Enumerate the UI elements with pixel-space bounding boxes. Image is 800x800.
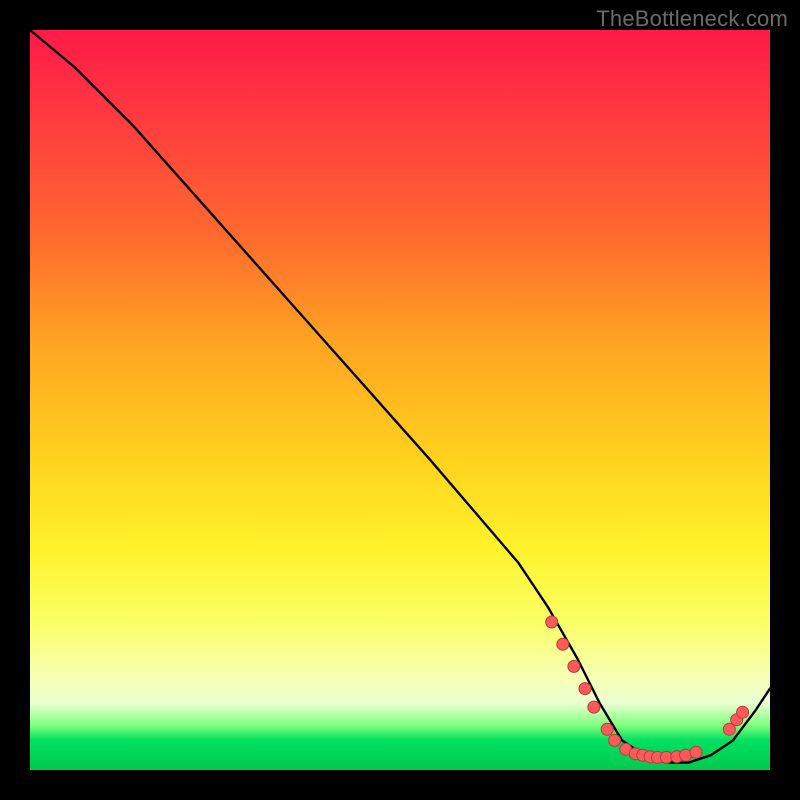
plot-area xyxy=(30,30,770,770)
curve-marker xyxy=(690,746,702,758)
watermark-text: TheBottleneck.com xyxy=(596,6,788,32)
curve-markers xyxy=(546,616,749,763)
chart-frame: TheBottleneck.com xyxy=(0,0,800,800)
curve-marker xyxy=(568,660,580,672)
curve-marker xyxy=(601,723,613,735)
curve-marker xyxy=(579,683,591,695)
curve-marker xyxy=(609,734,621,746)
curve-marker xyxy=(557,638,569,650)
bottleneck-curve xyxy=(30,30,770,763)
curve-marker xyxy=(737,706,749,718)
curve-marker xyxy=(546,616,558,628)
curve-svg xyxy=(30,30,770,770)
curve-marker xyxy=(588,701,600,713)
